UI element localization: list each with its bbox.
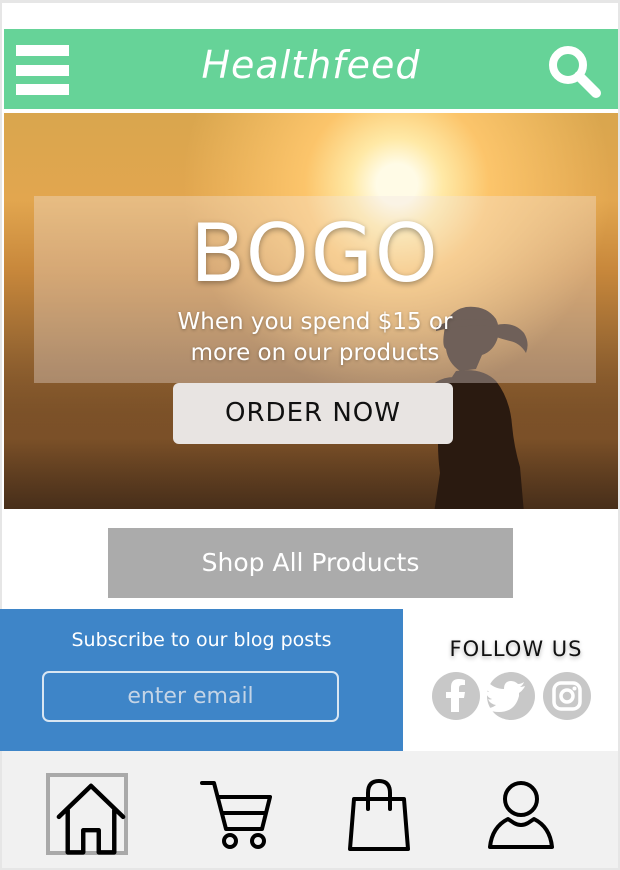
bottom-navigation	[2, 751, 618, 868]
home-icon[interactable]	[46, 773, 128, 855]
app-header: Healthfeed	[4, 29, 618, 109]
shop-all-products-button[interactable]: Shop All Products	[108, 528, 513, 598]
search-icon[interactable]	[546, 43, 602, 99]
brand-title: Healthfeed	[201, 43, 421, 87]
promo-headline: BOGO	[190, 207, 440, 300]
subscribe-panel: Subscribe to our blog posts	[0, 609, 403, 751]
promo-line-2: more on our products	[190, 340, 440, 366]
hero-banner: BOGO When you spend $15 or more on our p…	[4, 113, 618, 509]
promo-description: When you spend $15 or more on our produc…	[34, 307, 596, 369]
user-icon[interactable]	[480, 773, 562, 855]
subscribe-label: Subscribe to our blog posts	[71, 629, 332, 651]
email-input[interactable]	[42, 671, 339, 722]
follow-us-label: FOLLOW US	[449, 637, 583, 661]
twitter-icon[interactable]	[487, 672, 535, 720]
promo-line-1: When you spend $15 or	[177, 309, 453, 335]
facebook-icon[interactable]	[432, 672, 480, 720]
instagram-icon[interactable]	[543, 672, 591, 720]
cart-icon[interactable]	[196, 773, 278, 855]
order-now-button[interactable]: ORDER NOW	[173, 383, 453, 444]
shopping-bag-icon[interactable]	[338, 773, 420, 855]
